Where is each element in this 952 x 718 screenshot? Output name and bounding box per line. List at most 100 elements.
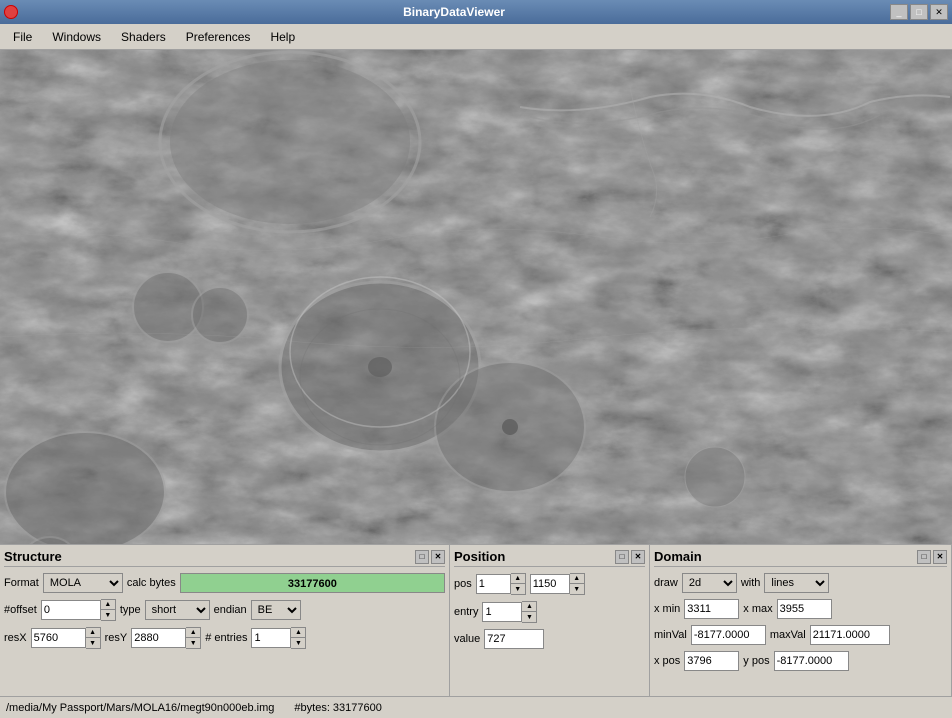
position-expand-icon[interactable]: □ bbox=[615, 550, 629, 564]
domain-panel-header: Domain □ ✕ bbox=[654, 549, 947, 567]
maxval-input[interactable] bbox=[810, 625, 890, 645]
entry-input[interactable] bbox=[482, 602, 522, 622]
domain-panel-icons: □ ✕ bbox=[917, 550, 947, 564]
pos1-spinner: ▲ ▼ bbox=[476, 573, 526, 595]
resx-spinner-btns: ▲ ▼ bbox=[86, 627, 101, 649]
resy-up[interactable]: ▲ bbox=[186, 628, 200, 638]
pos2-input[interactable] bbox=[530, 574, 570, 594]
pos1-down[interactable]: ▼ bbox=[511, 584, 525, 594]
endian-label: endian bbox=[214, 604, 247, 616]
resx-label: resX bbox=[4, 632, 27, 644]
maximize-button[interactable]: □ bbox=[910, 4, 928, 20]
domain-expand-icon[interactable]: □ bbox=[917, 550, 931, 564]
structure-close-icon[interactable]: ✕ bbox=[431, 550, 445, 564]
resx-up[interactable]: ▲ bbox=[86, 628, 100, 638]
domain-panel-title: Domain bbox=[654, 549, 702, 564]
structure-panel-header: Structure □ ✕ bbox=[4, 549, 445, 567]
pos2-down[interactable]: ▼ bbox=[570, 584, 584, 594]
value-row: value bbox=[454, 629, 645, 649]
bottom-panels: Structure □ ✕ Format MOLA calc bytes 331… bbox=[0, 544, 952, 718]
offset-down[interactable]: ▼ bbox=[101, 610, 115, 620]
progress-text: 33177600 bbox=[181, 574, 444, 593]
domain-close-icon[interactable]: ✕ bbox=[933, 550, 947, 564]
pos1-input[interactable] bbox=[476, 574, 511, 594]
format-label: Format bbox=[4, 577, 39, 589]
structure-panel-title: Structure bbox=[4, 549, 62, 564]
entry-label: entry bbox=[454, 606, 478, 618]
with-select[interactable]: lines points bbox=[764, 573, 829, 593]
close-traffic-light[interactable] bbox=[4, 5, 18, 19]
value-input[interactable] bbox=[484, 629, 544, 649]
calc-bytes-label: calc bytes bbox=[127, 577, 176, 589]
calc-bytes-progress: 33177600 bbox=[180, 573, 445, 593]
resy-label: resY bbox=[105, 632, 128, 644]
resy-input[interactable] bbox=[131, 628, 186, 648]
draw-select[interactable]: 2d 3d bbox=[682, 573, 737, 593]
ypos-input[interactable] bbox=[774, 651, 849, 671]
minimize-button[interactable]: _ bbox=[890, 4, 908, 20]
xpos-input[interactable] bbox=[684, 651, 739, 671]
xmin-input[interactable] bbox=[684, 599, 739, 619]
draw-label: draw bbox=[654, 577, 678, 589]
xmin-label: x min bbox=[654, 603, 680, 615]
pos2-spinner-btns: ▲ ▼ bbox=[570, 573, 585, 595]
pos2-spinner: ▲ ▼ bbox=[530, 573, 585, 595]
resx-input[interactable] bbox=[31, 628, 86, 648]
xmax-input[interactable] bbox=[777, 599, 832, 619]
offset-input[interactable] bbox=[41, 600, 101, 620]
entries-spinner-btns: ▲ ▼ bbox=[291, 627, 306, 649]
offset-up[interactable]: ▲ bbox=[101, 600, 115, 610]
with-label: with bbox=[741, 577, 761, 589]
structure-panel-icons: □ ✕ bbox=[415, 550, 445, 564]
ypos-label: y pos bbox=[743, 655, 769, 667]
offset-spinner-btns: ▲ ▼ bbox=[101, 599, 116, 621]
window-controls: _ □ ✕ bbox=[890, 4, 948, 20]
menu-help[interactable]: Help bbox=[261, 27, 304, 47]
entry-down[interactable]: ▼ bbox=[522, 612, 536, 622]
pos1-spinner-btns: ▲ ▼ bbox=[511, 573, 526, 595]
res-row: resX ▲ ▼ resY ▲ ▼ # entries bbox=[4, 627, 445, 649]
offset-label: #offset bbox=[4, 604, 37, 616]
resy-down[interactable]: ▼ bbox=[186, 638, 200, 648]
menu-shaders[interactable]: Shaders bbox=[112, 27, 175, 47]
image-viewport bbox=[0, 50, 952, 544]
resy-spinner-btns: ▲ ▼ bbox=[186, 627, 201, 649]
close-button[interactable]: ✕ bbox=[930, 4, 948, 20]
maxval-label: maxVal bbox=[770, 629, 806, 641]
entry-up[interactable]: ▲ bbox=[522, 602, 536, 612]
structure-panel: Structure □ ✕ Format MOLA calc bytes 331… bbox=[0, 545, 450, 696]
filepath-label: /media/My Passport/Mars/MOLA16/megt90n00… bbox=[6, 702, 274, 714]
pos-row: pos ▲ ▼ ▲ ▼ bbox=[454, 573, 645, 595]
entries-down[interactable]: ▼ bbox=[291, 638, 305, 648]
pos2-up[interactable]: ▲ bbox=[570, 574, 584, 584]
minval-label: minVal bbox=[654, 629, 687, 641]
title-bar: BinaryDataViewer _ □ ✕ bbox=[0, 0, 952, 24]
pos-label: pos bbox=[454, 578, 472, 590]
type-select[interactable]: short int float bbox=[145, 600, 210, 620]
menu-preferences[interactable]: Preferences bbox=[177, 27, 260, 47]
minmaxval-row: minVal maxVal bbox=[654, 625, 947, 645]
app-title: BinaryDataViewer bbox=[18, 5, 890, 19]
menu-windows[interactable]: Windows bbox=[43, 27, 110, 47]
minval-input[interactable] bbox=[691, 625, 766, 645]
structure-expand-icon[interactable]: □ bbox=[415, 550, 429, 564]
offset-row: #offset ▲ ▼ type short int float endian … bbox=[4, 599, 445, 621]
entry-spinner-btns: ▲ ▼ bbox=[522, 601, 537, 623]
nbytes-label: #bytes: 33177600 bbox=[294, 702, 381, 714]
format-select[interactable]: MOLA bbox=[43, 573, 123, 593]
entries-input[interactable] bbox=[251, 628, 291, 648]
entries-label: # entries bbox=[205, 632, 247, 644]
offset-spinner: ▲ ▼ bbox=[41, 599, 116, 621]
xmax-label: x max bbox=[743, 603, 772, 615]
pos1-up[interactable]: ▲ bbox=[511, 574, 525, 584]
entry-spinner: ▲ ▼ bbox=[482, 601, 537, 623]
entries-up[interactable]: ▲ bbox=[291, 628, 305, 638]
domain-panel: Domain □ ✕ draw 2d 3d with lines points bbox=[650, 545, 952, 696]
format-row: Format MOLA calc bytes 33177600 bbox=[4, 573, 445, 593]
endian-select[interactable]: BE LE bbox=[251, 600, 301, 620]
position-close-icon[interactable]: ✕ bbox=[631, 550, 645, 564]
menu-file[interactable]: File bbox=[4, 27, 41, 47]
position-panel-header: Position □ ✕ bbox=[454, 549, 645, 567]
resx-down[interactable]: ▼ bbox=[86, 638, 100, 648]
position-panel-icons: □ ✕ bbox=[615, 550, 645, 564]
